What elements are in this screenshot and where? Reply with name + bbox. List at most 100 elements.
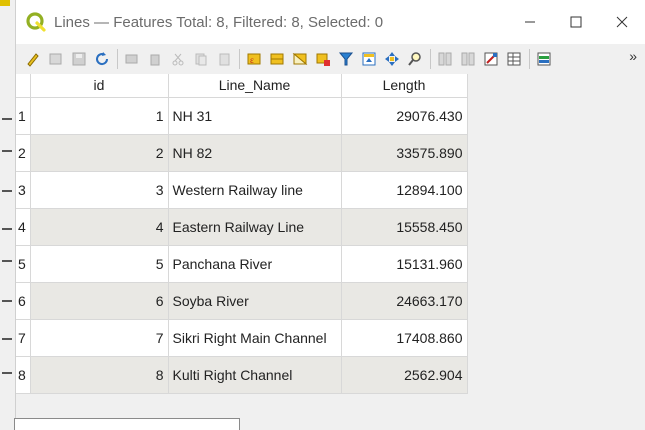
zoom-icon <box>408 52 421 66</box>
row-header[interactable]: 5 <box>16 245 31 283</box>
minimize-button[interactable] <box>507 0 553 44</box>
cell-id[interactable]: 3 <box>30 171 169 209</box>
multi-edit-button[interactable] <box>45 48 67 70</box>
conditional-formatting-button[interactable] <box>503 48 525 70</box>
column-header-id[interactable]: id <box>30 74 169 98</box>
reload-icon <box>96 52 109 66</box>
cell-line-name[interactable]: Soyba River <box>168 282 342 320</box>
cut-button[interactable] <box>167 48 189 70</box>
corner-header[interactable] <box>16 74 31 98</box>
cell-length[interactable]: 33575.890 <box>341 134 468 172</box>
svg-text:ε: ε <box>250 55 254 65</box>
delete-field-icon <box>461 52 475 66</box>
select-by-expression-button[interactable]: ε <box>243 48 265 70</box>
background-icon <box>0 0 10 6</box>
delete-feature-button[interactable] <box>144 48 166 70</box>
expression-select-icon: ε <box>247 53 261 65</box>
pencil-icon <box>27 53 39 67</box>
cell-length[interactable]: 12894.100 <box>341 171 468 209</box>
cell-length[interactable]: 29076.430 <box>341 97 468 135</box>
close-icon <box>616 16 628 28</box>
row-header[interactable]: 8 <box>16 356 31 394</box>
multi-edit-icon <box>49 53 62 65</box>
row-header[interactable]: 7 <box>16 319 31 357</box>
cell-length[interactable]: 24663.170 <box>341 282 468 320</box>
table-row[interactable]: 4 4 Eastern Railway Line 15558.450 <box>16 208 468 246</box>
field-calculator-button[interactable] <box>480 48 502 70</box>
row-header[interactable]: 4 <box>16 208 31 246</box>
maximize-icon <box>570 16 582 28</box>
cell-line-name[interactable]: NH 31 <box>168 97 342 135</box>
cell-id[interactable]: 1 <box>30 97 169 135</box>
close-button[interactable] <box>599 0 645 44</box>
invert-selection-button[interactable] <box>289 48 311 70</box>
row-header[interactable]: 6 <box>16 282 31 320</box>
filter-select-button[interactable] <box>335 48 357 70</box>
cell-length[interactable]: 15131.960 <box>341 245 468 283</box>
copy-button[interactable] <box>190 48 212 70</box>
paste-icon <box>219 53 230 66</box>
toolbar-overflow-button[interactable]: » <box>629 48 637 64</box>
toggle-editing-button[interactable] <box>22 48 44 70</box>
cell-line-name[interactable]: Western Railway line <box>168 171 342 209</box>
column-header-line-name[interactable]: Line_Name <box>168 74 342 98</box>
copy-icon <box>195 53 207 66</box>
attribute-toolbar: ε » <box>16 44 645 74</box>
cell-line-name[interactable]: Panchana River <box>168 245 342 283</box>
row-header[interactable]: 2 <box>16 134 31 172</box>
reload-button[interactable] <box>91 48 113 70</box>
pan-icon <box>385 52 399 66</box>
row-header[interactable]: 3 <box>16 171 31 209</box>
new-field-button[interactable] <box>434 48 456 70</box>
cell-id[interactable]: 4 <box>30 208 169 246</box>
features-table: id Line_Name Length 1 1 NH 31 29076.430 2 2 NH… <box>16 74 468 394</box>
save-icon <box>72 52 86 66</box>
cell-length[interactable]: 17408.860 <box>341 319 468 357</box>
new-field-icon <box>438 52 452 66</box>
zoom-to-selection-button[interactable] <box>404 48 426 70</box>
dock-button[interactable] <box>533 48 555 70</box>
cell-line-name[interactable]: NH 82 <box>168 134 342 172</box>
delete-feature-icon <box>150 54 160 66</box>
pan-to-selection-button[interactable] <box>381 48 403 70</box>
table-row[interactable]: 2 2 NH 82 33575.890 <box>16 134 468 172</box>
select-all-button[interactable] <box>266 48 288 70</box>
cell-id[interactable]: 8 <box>30 356 169 394</box>
cell-id[interactable]: 6 <box>30 282 169 320</box>
table-row[interactable]: 1 1 NH 31 29076.430 <box>16 97 468 135</box>
cell-line-name[interactable]: Eastern Railway Line <box>168 208 342 246</box>
move-selection-top-button[interactable] <box>358 48 380 70</box>
table-row[interactable]: 6 6 Soyba River 24663.170 <box>16 282 468 320</box>
table-row[interactable]: 8 8 Kulti Right Channel 2562.904 <box>16 356 468 394</box>
cell-length[interactable]: 2562.904 <box>341 356 468 394</box>
table-row[interactable]: 7 7 Sikri Right Main Channel 17408.860 <box>16 319 468 357</box>
table-row[interactable]: 3 3 Western Railway line 12894.100 <box>16 171 468 209</box>
cell-line-name[interactable]: Sikri Right Main Channel <box>168 319 342 357</box>
window-title: Lines — Features Total: 8, Filtered: 8, … <box>54 13 384 31</box>
dock-icon <box>537 52 551 66</box>
add-feature-button[interactable] <box>121 48 143 70</box>
attribute-table: id Line_Name Length 1 1 NH 31 29076.430 2 2 NH… <box>16 74 645 430</box>
title-bar: Lines — Features Total: 8, Filtered: 8, … <box>16 0 645 44</box>
deselect-all-button[interactable] <box>312 48 334 70</box>
paste-button[interactable] <box>213 48 235 70</box>
table-row[interactable]: 5 5 Panchana River 15131.960 <box>16 245 468 283</box>
filter-icon <box>338 52 354 66</box>
background-app-strip <box>0 0 16 430</box>
add-feature-icon <box>125 54 138 64</box>
cell-id[interactable]: 5 <box>30 245 169 283</box>
field-calculator-icon <box>484 52 498 66</box>
cell-line-name[interactable]: Kulti Right Channel <box>168 356 342 394</box>
cell-length[interactable]: 15558.450 <box>341 208 468 246</box>
attribute-table-window: Lines — Features Total: 8, Filtered: 8, … <box>0 0 645 430</box>
qgis-logo-icon <box>26 12 46 32</box>
maximize-button[interactable] <box>553 0 599 44</box>
column-header-length[interactable]: Length <box>341 74 468 98</box>
move-to-top-icon <box>362 52 376 66</box>
cell-id[interactable]: 7 <box>30 319 169 357</box>
cell-id[interactable]: 2 <box>30 134 169 172</box>
save-edits-button[interactable] <box>68 48 90 70</box>
row-header[interactable]: 1 <box>16 97 31 135</box>
cut-icon <box>172 53 184 66</box>
delete-field-button[interactable] <box>457 48 479 70</box>
